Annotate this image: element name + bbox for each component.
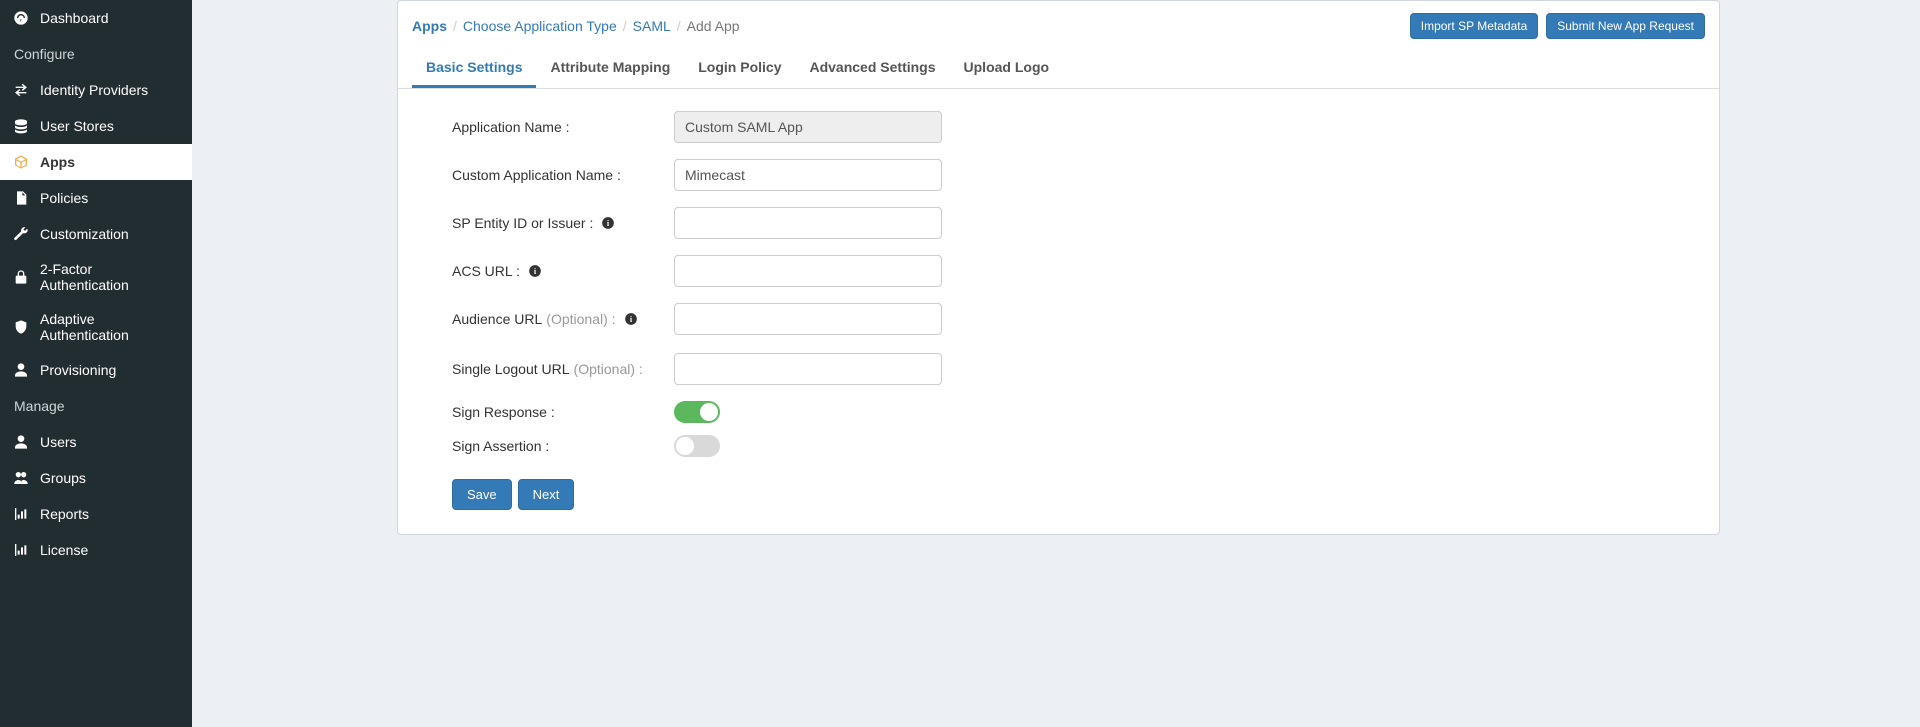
sidebar-item-users[interactable]: Users [0, 424, 192, 460]
row-slo-url: Single Logout URL (Optional) : [412, 353, 1705, 385]
user-icon [12, 361, 30, 379]
sidebar-header-configure: Configure [0, 36, 192, 72]
breadcrumb-choose-type[interactable]: Choose Application Type [463, 18, 617, 34]
tabs: Basic Settings Attribute Mapping Login P… [398, 49, 1719, 89]
row-audience-url: Audience URL (Optional) : i [412, 303, 1705, 335]
slo-url-input[interactable] [674, 353, 942, 385]
sign-response-toggle[interactable] [674, 401, 720, 423]
import-sp-metadata-button[interactable]: Import SP Metadata [1410, 13, 1539, 39]
info-icon[interactable]: i [528, 264, 542, 278]
sidebar-item-reports[interactable]: Reports [0, 496, 192, 532]
sidebar-item-identity-providers[interactable]: Identity Providers [0, 72, 192, 108]
chart-icon [12, 541, 30, 559]
sp-entity-id-input[interactable] [674, 207, 942, 239]
next-button[interactable]: Next [518, 479, 575, 510]
cube-icon [12, 153, 30, 171]
sidebar-label: 2-Factor Authentication [40, 261, 182, 293]
row-sign-response: Sign Response : [412, 401, 1705, 423]
sidebar-item-2fa[interactable]: 2-Factor Authentication [0, 252, 192, 302]
sidebar-item-customization[interactable]: Customization [0, 216, 192, 252]
sidebar-item-apps[interactable]: Apps [0, 144, 192, 180]
user-icon [12, 433, 30, 451]
custom-application-name-label: Custom Application Name : [412, 167, 674, 183]
breadcrumb-current: Add App [687, 18, 740, 34]
form-actions: Save Next [412, 479, 1705, 510]
sidebar-label: Identity Providers [40, 82, 182, 98]
breadcrumb-apps[interactable]: Apps [412, 18, 447, 34]
tab-attribute-mapping[interactable]: Attribute Mapping [536, 49, 684, 88]
breadcrumb-saml[interactable]: SAML [633, 18, 671, 34]
panel: Apps / Choose Application Type / SAML / … [397, 0, 1720, 535]
acs-url-label: ACS URL : i [412, 263, 674, 279]
exchange-icon [12, 81, 30, 99]
wrench-icon [12, 225, 30, 243]
breadcrumb-sep: / [623, 18, 627, 34]
row-sp-entity-id: SP Entity ID or Issuer : i [412, 207, 1705, 239]
dashboard-icon [12, 9, 30, 27]
header-buttons: Import SP Metadata Submit New App Reques… [1410, 13, 1705, 39]
sign-assertion-label: Sign Assertion : [412, 438, 674, 454]
sidebar-label: User Stores [40, 118, 182, 134]
database-icon [12, 117, 30, 135]
breadcrumb: Apps / Choose Application Type / SAML / … [412, 18, 740, 34]
sidebar-label: Groups [40, 470, 182, 486]
audience-url-label: Audience URL (Optional) : i [412, 311, 674, 327]
tab-login-policy[interactable]: Login Policy [684, 49, 795, 88]
row-application-name: Application Name : [412, 111, 1705, 143]
document-icon [12, 189, 30, 207]
sidebar-label: Provisioning [40, 362, 182, 378]
form: Application Name : Custom Application Na… [398, 89, 1719, 534]
sidebar-label: Users [40, 434, 182, 450]
row-custom-application-name: Custom Application Name : [412, 159, 1705, 191]
application-name-input [674, 111, 942, 143]
chart-icon [12, 505, 30, 523]
sidebar: Dashboard Configure Identity Providers U… [0, 0, 192, 727]
tab-advanced-settings[interactable]: Advanced Settings [795, 49, 949, 88]
slo-url-label: Single Logout URL (Optional) : [412, 361, 674, 377]
sidebar-label: Apps [40, 154, 182, 170]
save-button[interactable]: Save [452, 479, 512, 510]
tab-basic-settings[interactable]: Basic Settings [412, 49, 536, 88]
info-icon[interactable]: i [624, 312, 638, 326]
shield-icon [12, 318, 30, 336]
application-name-label: Application Name : [412, 119, 674, 135]
sidebar-label: Policies [40, 190, 182, 206]
panel-header: Apps / Choose Application Type / SAML / … [398, 1, 1719, 49]
breadcrumb-sep: / [677, 18, 681, 34]
breadcrumb-sep: / [453, 18, 457, 34]
sidebar-item-dashboard[interactable]: Dashboard [0, 0, 192, 36]
sidebar-label: Dashboard [40, 10, 182, 26]
tab-upload-logo[interactable]: Upload Logo [950, 49, 1064, 88]
users-icon [12, 469, 30, 487]
sidebar-item-policies[interactable]: Policies [0, 180, 192, 216]
submit-new-app-request-button[interactable]: Submit New App Request [1546, 13, 1705, 39]
lock-icon [12, 268, 30, 286]
sidebar-header-manage: Manage [0, 388, 192, 424]
sidebar-item-provisioning[interactable]: Provisioning [0, 352, 192, 388]
audience-url-input[interactable] [674, 303, 942, 335]
sidebar-item-adaptive-auth[interactable]: Adaptive Authentication [0, 302, 192, 352]
sidebar-label: Adaptive Authentication [40, 311, 182, 343]
sidebar-label: Customization [40, 226, 182, 242]
row-sign-assertion: Sign Assertion : [412, 435, 1705, 457]
row-acs-url: ACS URL : i [412, 255, 1705, 287]
sign-response-label: Sign Response : [412, 404, 674, 420]
sidebar-item-user-stores[interactable]: User Stores [0, 108, 192, 144]
main-content: Apps / Choose Application Type / SAML / … [192, 0, 1920, 727]
custom-application-name-input[interactable] [674, 159, 942, 191]
sign-assertion-toggle[interactable] [674, 435, 720, 457]
info-icon[interactable]: i [601, 216, 615, 230]
sidebar-item-groups[interactable]: Groups [0, 460, 192, 496]
sp-entity-id-label: SP Entity ID or Issuer : i [412, 215, 674, 231]
acs-url-input[interactable] [674, 255, 942, 287]
sidebar-label: Reports [40, 506, 182, 522]
sidebar-label: License [40, 542, 182, 558]
sidebar-item-license[interactable]: License [0, 532, 192, 568]
